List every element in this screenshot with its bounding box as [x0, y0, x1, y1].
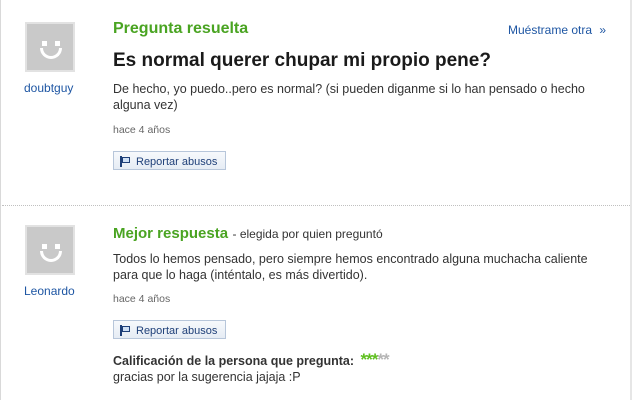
answer-user-block [23, 225, 77, 275]
avatar-smile [40, 48, 62, 59]
star-empty-icon: * [382, 350, 390, 369]
show-another-label[interactable]: Muéstrame otra [508, 23, 592, 37]
chosen-by-text: - elegida por quien preguntó [232, 227, 383, 241]
best-answer-heading-row: Mejor respuesta - elegida por quien preg… [113, 225, 383, 243]
report-abuse-label: Reportar abusos [136, 155, 218, 168]
rating-stars: ***** [360, 350, 390, 369]
flag-icon [120, 156, 131, 167]
avatar[interactable] [25, 225, 75, 275]
frame-border-left [0, 0, 1, 400]
report-abuse-label: Reportar abusos [136, 324, 218, 337]
avatar-eye [42, 41, 47, 46]
double-chevron-right-icon[interactable]: » [599, 23, 606, 37]
avatar-eye [42, 244, 47, 249]
answer-username-link[interactable]: Leonardo [24, 284, 75, 298]
show-another-link[interactable]: Muéstrame otra » [508, 23, 606, 37]
question-user-block [23, 22, 77, 72]
asker-rating-row: Calificación de la persona que pregunta:… [113, 350, 390, 370]
avatar-smile [40, 251, 62, 262]
question-body: De hecho, yo puedo..pero es normal? (si … [113, 82, 585, 112]
status-heading: Pregunta resuelta [113, 20, 249, 37]
flag-icon [120, 325, 131, 336]
section-divider [2, 205, 630, 206]
answer-body: Todos lo hemos pensado, pero siempre hem… [113, 252, 588, 282]
question-username-link[interactable]: doubtguy [24, 81, 73, 95]
answer-timestamp: hace 4 años [113, 293, 171, 305]
avatar-eye [55, 244, 60, 249]
report-abuse-button[interactable]: Reportar abusos [113, 151, 227, 170]
rating-comment: gracias por la sugerencia jajaja :P [113, 370, 301, 384]
avatar[interactable] [25, 22, 75, 72]
best-answer-heading: Mejor respuesta [113, 225, 229, 242]
report-abuse-button[interactable]: Reportar abusos [113, 320, 227, 339]
question-title: Es normal querer chupar mi propio pene? [113, 50, 491, 71]
rating-label: Calificación de la persona que pregunta: [113, 354, 355, 368]
question-timestamp: hace 4 años [113, 124, 171, 136]
avatar-eye [55, 41, 60, 46]
